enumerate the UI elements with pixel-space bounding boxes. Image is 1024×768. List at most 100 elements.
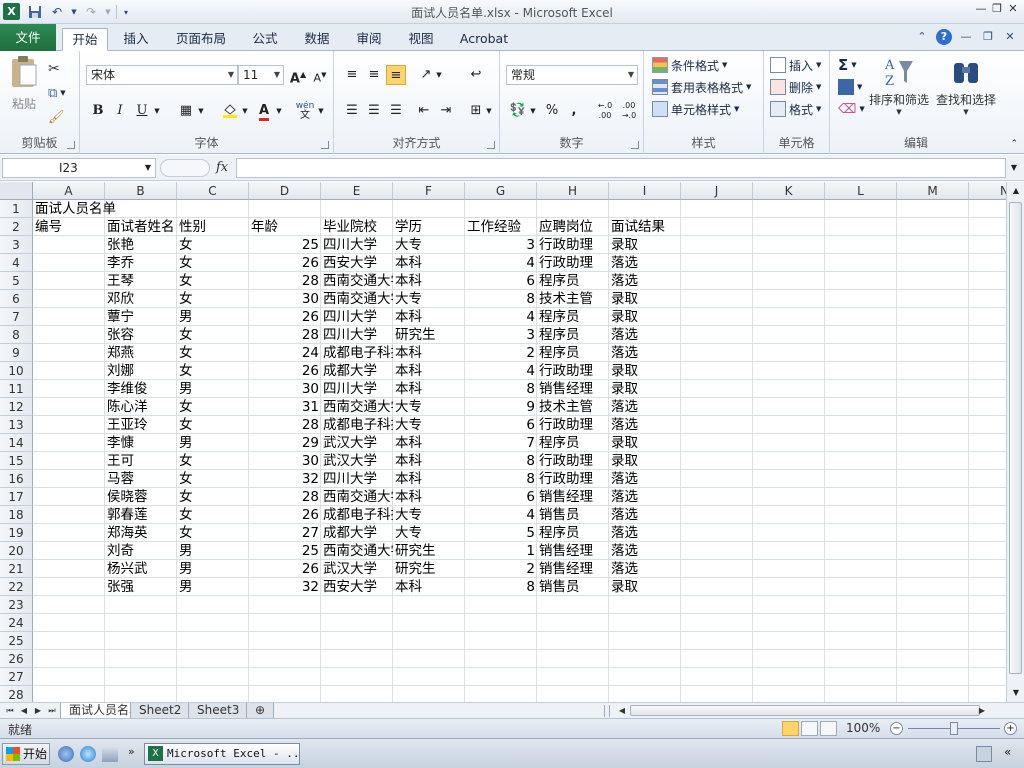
column-header-c[interactable]: C [177, 182, 249, 200]
data-cell[interactable]: 四川大学 [321, 236, 393, 254]
data-cell[interactable]: 杨兴武 [105, 560, 177, 578]
header-cell[interactable]: 毕业院校 [321, 218, 393, 236]
row-header-3[interactable]: 3 [0, 236, 33, 254]
data-cell[interactable]: 落选 [609, 272, 681, 290]
doc-minimize-icon[interactable]: — [958, 29, 974, 45]
tab-page-layout[interactable]: 页面布局 [168, 28, 234, 51]
data-cell[interactable]: 26 [249, 506, 321, 524]
data-cell[interactable]: 蕈宁 [105, 308, 177, 326]
decrease-indent-button[interactable]: ⇤ [414, 101, 434, 121]
row-header-13[interactable]: 13 [0, 416, 33, 434]
tab-data[interactable]: 数据 [296, 28, 338, 51]
align-center-button[interactable]: ☰ [364, 101, 384, 121]
data-cell[interactable]: 男 [177, 542, 249, 560]
row-header-9[interactable]: 9 [0, 344, 33, 362]
sort-filter-button[interactable]: AZ 排序和筛选 ▼ [868, 55, 930, 116]
data-cell[interactable]: 程序员 [537, 344, 609, 362]
increase-decimal-button[interactable]: ←.0.00 [594, 101, 616, 121]
align-bottom-button[interactable]: ≡ [386, 65, 406, 85]
data-cell[interactable]: 武汉大学 [321, 434, 393, 452]
align-left-button[interactable]: ☰ [342, 101, 362, 121]
zoom-level[interactable]: 100% [846, 721, 880, 735]
row-header-21[interactable]: 21 [0, 560, 33, 578]
data-cell[interactable]: 3 [465, 236, 537, 254]
data-cell[interactable]: 31 [249, 398, 321, 416]
data-cell[interactable]: 6 [465, 488, 537, 506]
data-cell[interactable]: 32 [249, 470, 321, 488]
zoom-knob[interactable] [950, 722, 958, 735]
alignment-launcher-icon[interactable] [487, 141, 495, 149]
formula-input[interactable] [236, 158, 1006, 178]
zoom-in-icon[interactable]: + [1004, 722, 1017, 735]
tab-view[interactable]: 视图 [400, 28, 442, 51]
data-cell[interactable]: 落选 [609, 542, 681, 560]
data-cell[interactable]: 本科 [393, 434, 465, 452]
horizontal-scroll-thumb[interactable] [630, 705, 980, 716]
data-cell[interactable]: 落选 [609, 470, 681, 488]
column-header-l[interactable]: L [825, 182, 897, 200]
header-cell[interactable]: 工作经验 [465, 218, 537, 236]
data-cell[interactable]: 西南交通大学 [321, 398, 393, 416]
data-cell[interactable]: 25 [249, 236, 321, 254]
data-cell[interactable]: 研究生 [393, 560, 465, 578]
data-cell[interactable]: 本科 [393, 578, 465, 596]
underline-dropdown-icon[interactable]: ▼ [152, 101, 162, 121]
data-cell[interactable]: 行政助理 [537, 254, 609, 272]
cut-button[interactable]: ✂ [48, 59, 60, 79]
fill-button[interactable]: ▼ [838, 77, 862, 97]
data-cell[interactable]: 本科 [393, 254, 465, 272]
data-cell[interactable]: 落选 [609, 560, 681, 578]
data-cell[interactable]: 落选 [609, 398, 681, 416]
tab-review[interactable]: 审阅 [348, 28, 390, 51]
data-cell[interactable]: 女 [177, 344, 249, 362]
data-cell[interactable]: 4 [465, 254, 537, 272]
data-cell[interactable]: 25 [249, 542, 321, 560]
data-cell[interactable]: 侯晓蓉 [105, 488, 177, 506]
data-cell[interactable]: 陈心洋 [105, 398, 177, 416]
shrink-font-button[interactable]: A▼ [310, 65, 330, 85]
cell-styles-button[interactable]: 单元格样式 ▼ [652, 99, 739, 119]
data-cell[interactable]: 女 [177, 236, 249, 254]
data-cell[interactable]: 西安大学 [321, 578, 393, 596]
header-cell[interactable]: 应聘岗位 [537, 218, 609, 236]
data-cell[interactable]: 落选 [609, 344, 681, 362]
data-cell[interactable]: 行政助理 [537, 416, 609, 434]
sheet-tab-sheet2[interactable]: Sheet2 [130, 703, 191, 719]
data-cell[interactable]: 李维俊 [105, 380, 177, 398]
data-cell[interactable]: 2 [465, 344, 537, 362]
row-header-4[interactable]: 4 [0, 254, 33, 272]
data-cell[interactable]: 26 [249, 560, 321, 578]
data-cell[interactable]: 行政助理 [537, 452, 609, 470]
data-cell[interactable]: 销售员 [537, 506, 609, 524]
font-launcher-icon[interactable] [321, 141, 329, 149]
row-header-23[interactable]: 23 [0, 596, 33, 614]
format-painter-button[interactable]: 🖌 [48, 107, 65, 127]
data-cell[interactable]: 成都电子科技大学 [321, 506, 393, 524]
italic-button[interactable]: I [110, 101, 130, 121]
data-cell[interactable]: 30 [249, 380, 321, 398]
name-box[interactable]: I23 ▼ [2, 158, 156, 178]
data-cell[interactable]: 西南交通大学 [321, 542, 393, 560]
format-as-table-button[interactable]: 套用表格格式 ▼ [652, 77, 751, 97]
data-cell[interactable]: 27 [249, 524, 321, 542]
data-cell[interactable]: 女 [177, 470, 249, 488]
row-header-8[interactable]: 8 [0, 326, 33, 344]
phonetic-button[interactable]: wén 文 [294, 101, 316, 121]
row-header-24[interactable]: 24 [0, 614, 33, 632]
data-cell[interactable]: 王可 [105, 452, 177, 470]
next-sheet-icon[interactable]: ▶ [32, 704, 44, 718]
data-cell[interactable]: 李乔 [105, 254, 177, 272]
data-cell[interactable]: 28 [249, 488, 321, 506]
data-cell[interactable]: 26 [249, 254, 321, 272]
data-cell[interactable]: 郭春莲 [105, 506, 177, 524]
data-cell[interactable]: 本科 [393, 344, 465, 362]
sheet-tab-sheet3[interactable]: Sheet3 [188, 703, 249, 719]
data-cell[interactable]: 武汉大学 [321, 452, 393, 470]
orientation-dropdown-icon[interactable]: ▼ [434, 65, 444, 85]
data-cell[interactable]: 本科 [393, 488, 465, 506]
data-cell[interactable]: 女 [177, 254, 249, 272]
orientation-button[interactable]: ↗ [416, 65, 436, 85]
data-cell[interactable]: 程序员 [537, 272, 609, 290]
data-cell[interactable]: 大专 [393, 398, 465, 416]
delete-cells-button[interactable]: 删除 ▼ [770, 77, 821, 97]
